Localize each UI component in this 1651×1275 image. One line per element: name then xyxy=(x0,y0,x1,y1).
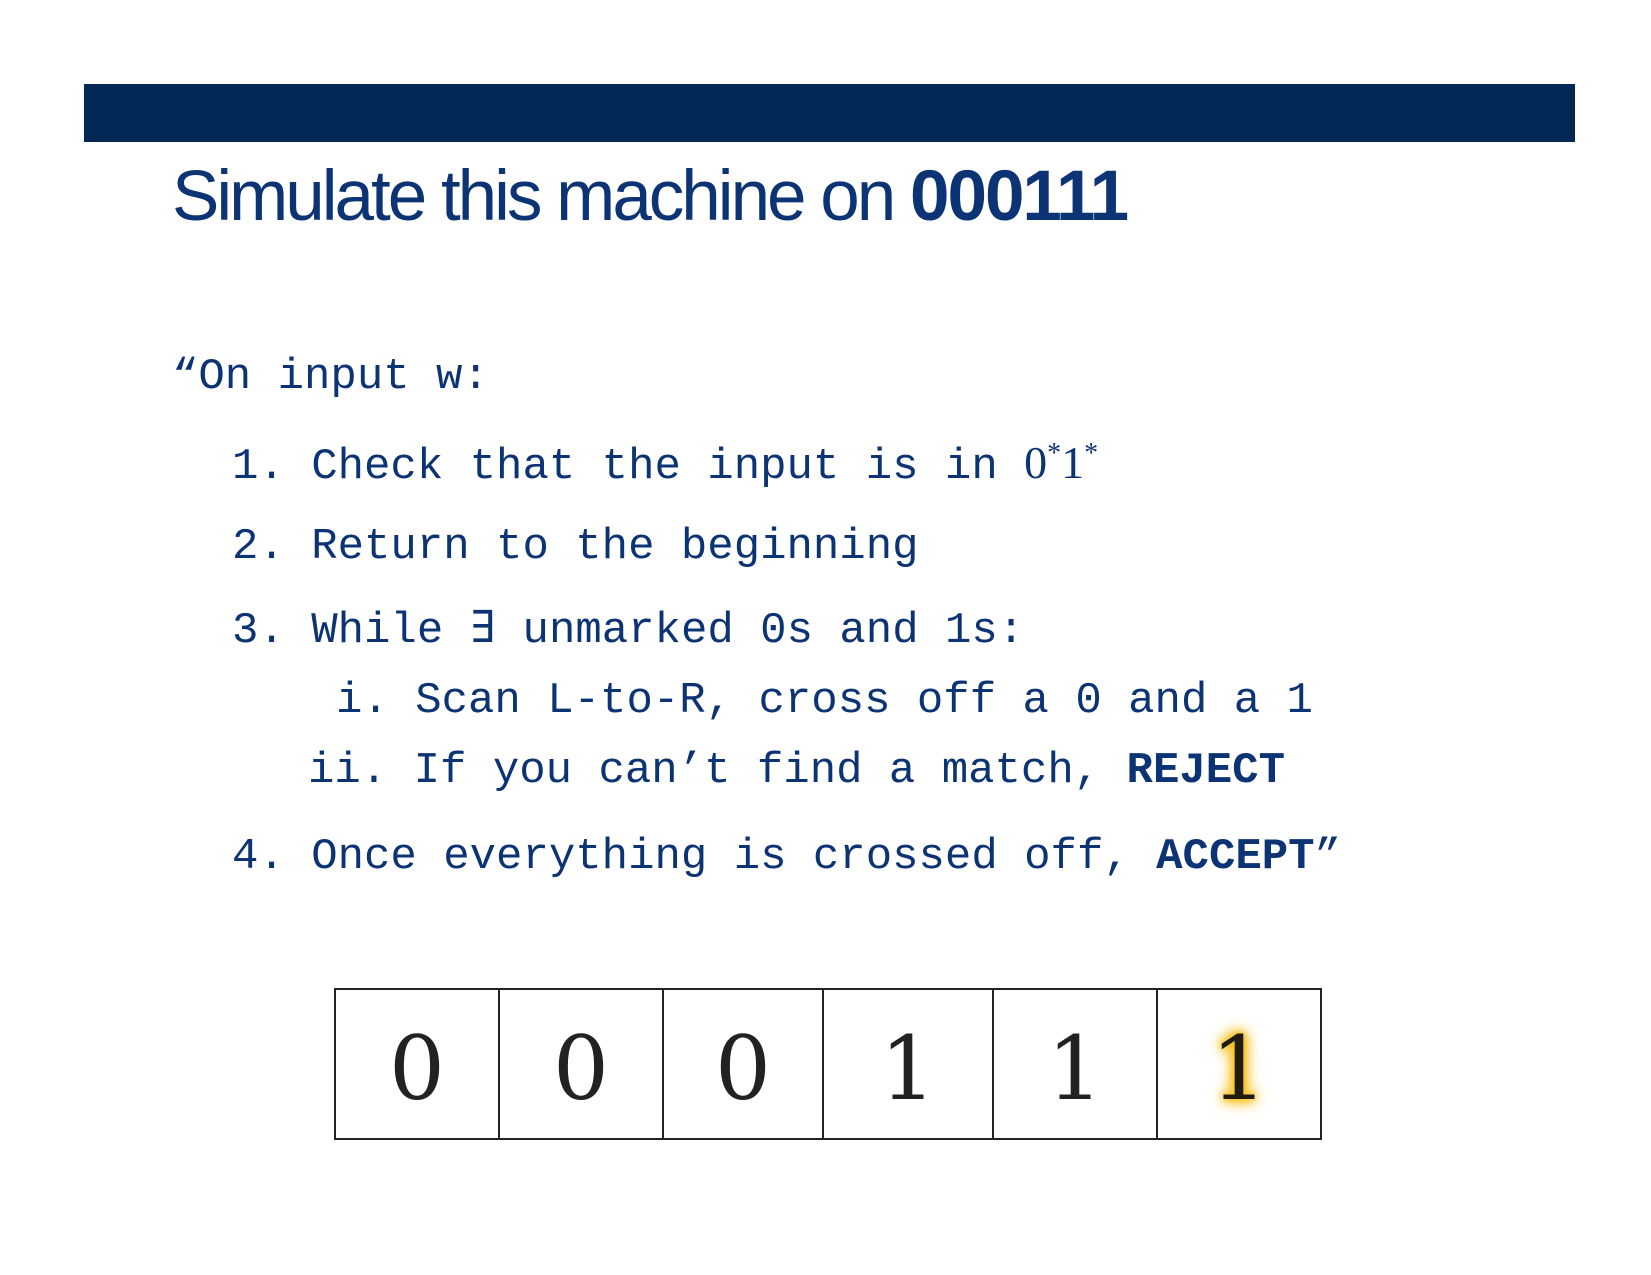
tape-symbol: 0 xyxy=(553,1016,609,1120)
tape-symbol: 1 xyxy=(880,1016,936,1120)
reject-keyword: REJECT xyxy=(1126,746,1285,796)
tape-cell: 0 xyxy=(500,990,664,1138)
tape-cell: 1 xyxy=(824,990,994,1138)
step-4: 4. Once everything is crossed off, ACCEP… xyxy=(232,831,1341,883)
tape-cell-head: 1 xyxy=(1158,990,1322,1138)
step-1: 1. Check that the input is in 0*1* xyxy=(232,437,1098,493)
tape-cell: 0 xyxy=(664,990,824,1138)
step-3-text: While ∃ unmarked 0s and 1s: xyxy=(311,606,1025,656)
step-2-text: Return to the beginning xyxy=(311,522,919,572)
tape-symbol: 0 xyxy=(389,1016,445,1120)
step-3-ii: ii. If you can’t find a match, REJECT xyxy=(308,745,1285,797)
accept-keyword: ACCEPT xyxy=(1156,832,1315,882)
step-2: 2. Return to the beginning xyxy=(232,521,919,573)
step-1-text: Check that the input is in xyxy=(311,442,1025,492)
step-3-i-text: Scan L-to-R, cross off a 0 and a 1 xyxy=(415,676,1313,726)
language-zero: 0 xyxy=(1024,437,1048,488)
tape-symbol: 0 xyxy=(715,1016,771,1120)
turing-machine-tape: 0 0 0 1 1 1 xyxy=(334,988,1322,1140)
title-input-string: 000111 xyxy=(909,157,1129,236)
kleene-star-one: * xyxy=(1084,438,1099,469)
tape-cell: 1 xyxy=(994,990,1158,1138)
header-bar xyxy=(84,84,1575,142)
algorithm-intro: “On input w: xyxy=(172,352,489,402)
language-one: 1 xyxy=(1061,437,1085,488)
step-3-ii-text: If you can’t find a match, xyxy=(413,746,1127,796)
step-3: 3. While ∃ unmarked 0s and 1s: xyxy=(232,605,1024,657)
step-4-text: Once everything is crossed off, xyxy=(311,832,1157,882)
step-2-number: 2. xyxy=(232,522,285,572)
step-4-number: 4. xyxy=(232,832,285,882)
title-prefix: Simulate this machine on xyxy=(172,157,910,236)
tape-symbol: 1 xyxy=(1047,1016,1103,1120)
slide-title: Simulate this machine on 000111 xyxy=(172,152,1129,242)
closing-quote: ” xyxy=(1314,832,1341,882)
kleene-star-zero: * xyxy=(1047,438,1062,469)
tape-symbol-highlighted: 1 xyxy=(1211,1016,1267,1120)
step-3-ii-number: ii. xyxy=(308,746,388,796)
step-3-number: 3. xyxy=(232,606,285,656)
tape-cell: 0 xyxy=(336,990,500,1138)
step-3-i-number: i. xyxy=(336,676,389,726)
step-3-i: i. Scan L-to-R, cross off a 0 and a 1 xyxy=(336,675,1313,727)
step-1-number: 1. xyxy=(232,442,285,492)
